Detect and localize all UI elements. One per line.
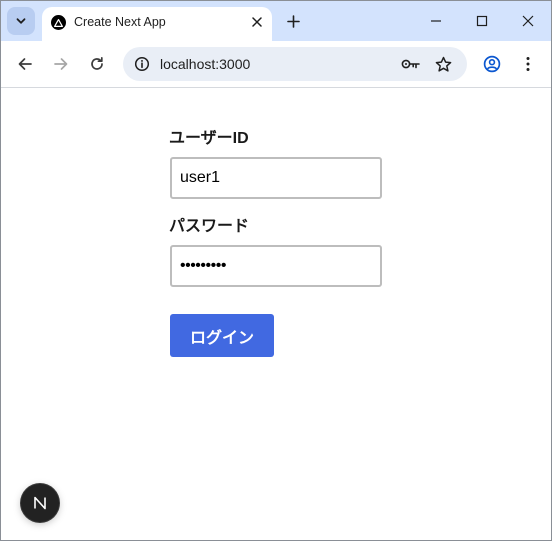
password-manager-button[interactable] — [399, 52, 423, 76]
user-id-label: ユーザーID — [169, 130, 249, 147]
close-icon — [252, 17, 262, 27]
arrow-right-icon — [54, 58, 68, 70]
new-tab-button[interactable] — [282, 10, 304, 32]
password-label: パスワード — [169, 218, 250, 235]
reload-button[interactable] — [83, 50, 111, 78]
key-icon — [401, 59, 420, 69]
nextjs-dev-indicator[interactable] — [21, 484, 59, 522]
close-window-button[interactable] — [512, 5, 544, 37]
tab-close-button[interactable] — [248, 13, 266, 31]
forward-button[interactable] — [47, 50, 75, 78]
chevron-down-icon — [16, 18, 26, 24]
minimize-icon — [431, 20, 441, 22]
tab-strip: Create Next App — [1, 1, 551, 41]
profile-button[interactable] — [478, 50, 506, 78]
browser-menu-button[interactable] — [514, 50, 542, 78]
login-button[interactable]: ログイン — [170, 314, 274, 357]
nextjs-logo-icon — [51, 15, 66, 30]
minimize-button[interactable] — [420, 5, 452, 37]
password-input[interactable] — [170, 245, 382, 287]
url-text[interactable]: localhost:3000 — [160, 55, 250, 73]
plus-icon — [286, 14, 300, 28]
tab-active[interactable]: Create Next App — [42, 7, 272, 41]
address-bar[interactable]: localhost:3000 — [123, 47, 467, 81]
page-content: ユーザーID パスワード ログイン — [1, 88, 551, 540]
profile-icon — [483, 55, 501, 73]
star-icon — [435, 56, 451, 72]
close-icon — [522, 15, 534, 27]
info-icon — [134, 56, 150, 72]
nextjs-dev-indicator-icon — [34, 496, 46, 510]
maximize-icon — [476, 15, 488, 27]
bookmark-button[interactable] — [431, 52, 455, 76]
browser-window: Create Next App localhost:3000 ユーザーID us… — [0, 0, 552, 541]
maximize-button[interactable] — [466, 5, 498, 37]
user-id-input[interactable] — [170, 157, 382, 199]
site-info-button[interactable] — [131, 53, 153, 75]
back-button[interactable] — [11, 50, 39, 78]
tab-title: Create Next App — [74, 15, 166, 29]
browser-toolbar: localhost:3000 — [1, 41, 551, 88]
tab-search-button[interactable] — [7, 7, 35, 35]
more-vertical-icon — [526, 57, 530, 71]
arrow-left-icon — [18, 58, 32, 70]
reload-icon — [91, 56, 103, 70]
